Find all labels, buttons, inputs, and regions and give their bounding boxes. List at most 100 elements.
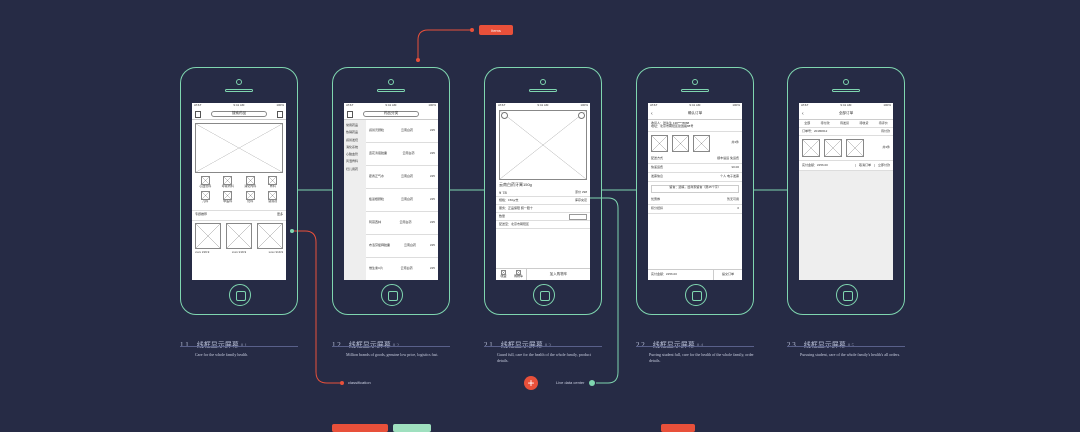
- items-tag[interactable]: Items: [479, 25, 513, 35]
- order-items[interactable]: 共3件: [648, 132, 742, 155]
- bottom-red-button-2[interactable]: [661, 424, 695, 432]
- home-button[interactable]: [685, 284, 707, 306]
- submit-order-button[interactable]: 提交订单: [713, 270, 742, 280]
- message-icon[interactable]: [277, 111, 283, 118]
- list-item[interactable]: 连花清瘟胶囊 云南白药 ¥25: [366, 143, 438, 166]
- menu-item[interactable]: 热销药品: [344, 129, 366, 136]
- battery: 100%: [276, 103, 284, 108]
- home-button[interactable]: [533, 284, 555, 306]
- cancel-order-button[interactable]: 取消订单: [854, 163, 874, 168]
- message-field[interactable]: 留言：选填，给商家留言（限45个字）: [651, 184, 739, 193]
- product-label: xxxx ¥19.9: [268, 249, 283, 254]
- caption-2: 1.2线框显示屏幕0.2: [332, 341, 399, 349]
- tab-unshipped[interactable]: 待发货: [840, 121, 849, 125]
- delivery-row[interactable]: 配送至：北京市朝阳区: [496, 221, 590, 230]
- order-row[interactable]: 发票信息 个人 电子发票: [648, 173, 742, 182]
- address-block[interactable]: 收货人：张先生 138****8888 地址：北京市朝阳区建国路88号: [648, 120, 742, 132]
- order-row[interactable]: 配送方式 顺丰速运 免运费: [648, 155, 742, 164]
- price-note: 原价 ¥98: [575, 190, 587, 195]
- back-icon[interactable]: ‹: [802, 111, 804, 118]
- tab-unreceived[interactable]: 待收货: [859, 121, 868, 125]
- menu-item[interactable]: 风湿骨科: [344, 158, 366, 165]
- pay-now-button[interactable]: 立即付款: [873, 163, 893, 168]
- search-input[interactable]: 搜索药品: [210, 110, 268, 118]
- product-image[interactable]: [195, 222, 221, 249]
- search-bar[interactable]: 药品分类: [344, 109, 438, 120]
- caption-desc: Care for the whole family health.: [195, 352, 249, 357]
- bottom-red-button-1[interactable]: [332, 424, 388, 432]
- product-image[interactable]: [257, 222, 283, 249]
- price: ¥ 78: [499, 189, 507, 195]
- order-row[interactable]: 积分抵扣 0: [648, 205, 742, 214]
- menu-item[interactable]: 妇儿用药: [344, 166, 366, 173]
- category-item[interactable]: 骨科: [263, 176, 284, 188]
- screen-confirm-order: AT&T 9:41 AM 100% ‹ 确认订单 收货人：张先生 138****88…: [648, 103, 742, 280]
- phone-confirm-order: AT&T 9:41 AM 100% ‹ 确认订单 收货人：张先生 138****88…: [636, 67, 754, 315]
- product-image[interactable]: [499, 110, 587, 180]
- category-item[interactable]: 心血管科: [195, 176, 216, 188]
- caption-divider: [787, 346, 905, 347]
- product-labels: xxxx ¥19.9 xxxx ¥19.9 xxxx ¥19.9: [192, 249, 286, 254]
- search-input[interactable]: 药品分类: [362, 110, 420, 118]
- back-icon[interactable]: ‹: [651, 111, 653, 118]
- tab-unpaid[interactable]: 待付款: [821, 121, 830, 125]
- menu-item[interactable]: 消化系统: [344, 144, 366, 151]
- screen-all-orders: AT&T 9:41 AM 100% ‹ 全部订单 全部 待付款 待发货 待收货 待评…: [799, 103, 893, 280]
- list-item[interactable]: 阿莫西林 云南白药 ¥25: [366, 212, 438, 235]
- camera-icon: [236, 79, 242, 85]
- screen-product: AT&T 9:41 AM 100% 云南白药牙膏150g ¥ 78 原价 ¥98 规格…: [496, 103, 590, 280]
- home-button[interactable]: [836, 284, 858, 306]
- category-item[interactable]: 儿科: [195, 191, 216, 203]
- add-to-cart-button[interactable]: 加入购物车: [526, 269, 590, 280]
- menu-item[interactable]: 心脑血管: [344, 151, 366, 158]
- speaker-icon: [681, 89, 709, 92]
- nav-bar: ‹ 全部订单: [799, 109, 893, 120]
- tab-all[interactable]: 全部: [804, 121, 810, 125]
- list-item[interactable]: 藿香正气水 云南白药 ¥25: [366, 166, 438, 189]
- category-item[interactable]: 中医科: [218, 191, 239, 203]
- spec-row[interactable]: 规格：150g/支 库存充足: [496, 197, 590, 206]
- item-list: 感冒灵颗粒 云南白药 ¥25 连花清瘟胶囊 云南白药 ¥25 藿香正气水 云南白药 ¥25 …: [366, 120, 438, 280]
- home-button[interactable]: [381, 284, 403, 306]
- camera-icon: [388, 79, 394, 85]
- caption-divider: [484, 346, 602, 347]
- category-item[interactable]: 呼吸内科: [218, 176, 239, 188]
- scan-icon[interactable]: [347, 111, 353, 118]
- empty-area: [799, 171, 893, 280]
- product-row: [192, 221, 286, 251]
- menu-item[interactable]: 感冒发烧: [344, 137, 366, 144]
- status-bar: AT&T 9:41 AM 100%: [498, 103, 588, 108]
- category-item[interactable]: 感冒药: [263, 191, 284, 203]
- product-label: xxxx ¥19.9: [231, 249, 247, 254]
- quantity-row[interactable]: 数量: [496, 213, 590, 222]
- share-icon[interactable]: [578, 112, 585, 119]
- list-item[interactable]: 感冒灵颗粒 云南白药 ¥25: [366, 120, 438, 143]
- fav-button[interactable]: 收藏: [496, 269, 511, 280]
- product-image[interactable]: [226, 222, 252, 249]
- order-items[interactable]: 共3件: [799, 136, 893, 160]
- search-bar[interactable]: 搜索药品: [192, 109, 286, 120]
- camera-icon: [540, 79, 546, 85]
- order-row[interactable]: 优惠券 暂无可用: [648, 196, 742, 205]
- list-item[interactable]: 布洛芬缓释胶囊 云南白药 ¥25: [366, 235, 438, 258]
- tab-review[interactable]: 待评价: [879, 121, 888, 125]
- add-button[interactable]: +: [524, 376, 538, 390]
- menu-item[interactable]: 常用药品: [344, 122, 366, 129]
- list-item[interactable]: 板蓝根颗粒 云南白药 ¥25: [366, 189, 438, 212]
- list-item[interactable]: 维生素C片 云南白药 ¥25: [366, 258, 438, 280]
- scan-icon[interactable]: [195, 111, 201, 118]
- camera-icon: [843, 79, 849, 85]
- submit-bar: 实付金额： ¥256.00 提交订单: [648, 269, 742, 280]
- bottom-green-button[interactable]: [393, 424, 431, 432]
- home-button[interactable]: [229, 284, 251, 306]
- order-row[interactable]: 快递运费 ¥0.00: [648, 164, 742, 173]
- banner-image[interactable]: [195, 123, 283, 173]
- live-data-tag: Live data center: [556, 380, 585, 385]
- cart-button[interactable]: 购物车: [511, 269, 526, 280]
- category-item[interactable]: 妇科: [240, 191, 261, 203]
- more-link[interactable]: 更多: [277, 213, 283, 217]
- quantity-stepper[interactable]: [569, 213, 587, 220]
- page-title: 全部订单: [838, 111, 854, 116]
- category-item[interactable]: 消化内科: [240, 176, 261, 188]
- back-icon[interactable]: [501, 112, 508, 119]
